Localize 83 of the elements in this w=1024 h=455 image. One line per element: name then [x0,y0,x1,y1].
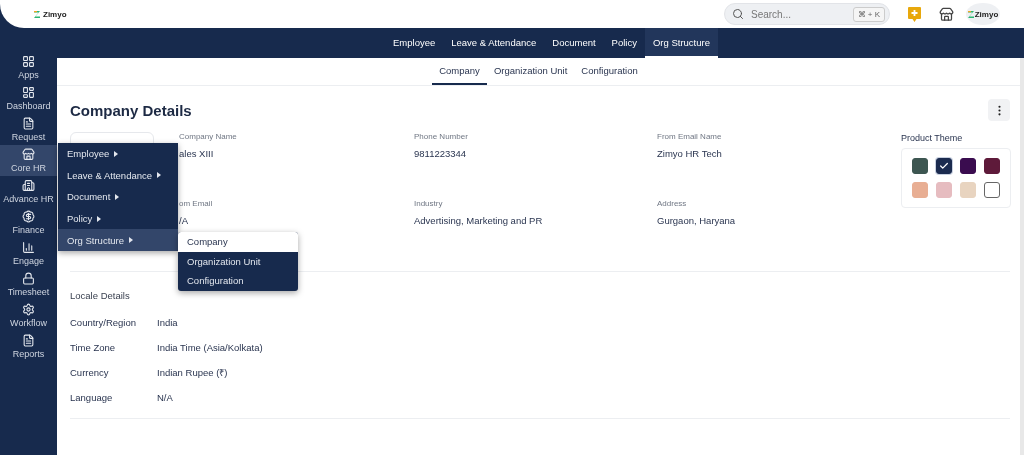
caret-icon [157,172,162,179]
color-swatch[interactable] [984,158,1000,174]
menu-item[interactable]: Document [58,186,178,208]
sub-tab[interactable]: Organization Unit [486,58,575,85]
menu-item[interactable]: Policy [58,207,178,230]
sidebar-item[interactable]: Reports [0,331,57,362]
dollar-badge-icon [22,210,35,223]
sidebar-item[interactable]: Request [0,114,57,145]
field-label: From Email Name [657,132,723,141]
sidebar-item[interactable]: Advance HR [0,176,57,207]
avatar-text: Zimyo [974,9,999,19]
color-swatch[interactable] [912,158,928,174]
menu-item[interactable]: Employee [58,143,178,165]
caret-icon [97,215,102,222]
sidebar-item[interactable]: Timesheet [0,269,57,300]
caret-icon [114,150,119,157]
bookmark-plus-icon[interactable] [908,6,921,22]
locale-value: Indian Rupee (₹) [157,366,229,379]
more-button[interactable] [988,99,1010,121]
submenu-item[interactable]: Configuration [178,271,298,291]
building-icon [22,179,35,192]
search-icon [732,8,744,20]
sidebar-item[interactable]: Workflow [0,300,57,331]
nav-tab[interactable]: Employee [385,28,444,58]
locale-value: India Time (Asia/Kolkata) [157,342,264,353]
page-title: Company Details [70,101,192,119]
nav-tab[interactable]: Policy [603,28,645,58]
dashboard-icon [22,86,35,99]
sidebar-item[interactable]: Engage [0,238,57,269]
grid-icon [22,55,35,68]
submenu-item[interactable]: Company [178,232,298,252]
locale-label: Currency [70,367,110,378]
sidebar-item[interactable]: Apps [0,52,57,83]
sidebar-item[interactable]: Dashboard [0,83,57,114]
store-icon [22,148,35,161]
caret-icon [115,194,120,200]
section-title: Locale Details [70,290,131,301]
field-label: Company Name [179,132,238,141]
nav-tab[interactable]: Leave & Attendance [443,28,545,58]
sub-tab[interactable]: Configuration [574,58,645,85]
field-value: Gurgaon, Haryana [657,215,737,226]
locale-label: Time Zone [70,342,117,353]
field-value: /A [179,215,189,226]
color-swatch[interactable] [936,158,952,174]
store-icon[interactable] [939,6,954,22]
shortcut-key: ⌘ + K [852,6,885,22]
locale-value: India [157,317,179,328]
nav-tab[interactable]: Org Structure [644,28,718,58]
logo-icon [34,10,40,18]
locale-value: N/A [157,392,174,403]
document-icon [22,117,35,130]
field-value: Zimyo HR Tech [657,148,723,159]
sidebar-item[interactable]: Finance [0,207,57,238]
document-icon [22,334,35,347]
caret-icon [129,237,134,244]
field-label: Phone Number [414,132,469,141]
lock-icon [22,272,35,285]
menu-item[interactable]: Leave & Attendance [58,164,178,187]
search-field[interactable]: Search... [749,7,848,21]
locale-label: Language [70,392,114,403]
field-value: ales XIII [179,148,215,159]
sub-tab[interactable]: Company [432,58,487,85]
logo-text: Zimyo [43,9,67,19]
color-swatch[interactable] [984,182,1000,198]
field-value: 9811223344 [414,148,468,159]
color-swatch[interactable] [960,158,976,174]
logo-icon [967,10,974,18]
field-label: Industry [414,199,444,208]
submenu-item[interactable]: Organization Unit [178,251,298,271]
field-value: Advertising, Marketing and PR [414,215,544,226]
avatar[interactable]: Zimyo [966,3,1000,25]
locale-label: Country/Region [70,317,137,328]
settings-icon [22,303,35,316]
field-label: Address [657,199,688,208]
theme-label: Product Theme [901,133,964,143]
nav-tab[interactable]: Document [544,28,604,58]
menu-item[interactable]: Org Structure [58,229,178,251]
bar-chart-icon [22,241,35,254]
check-icon [939,161,949,171]
sidebar-item[interactable]: Core HR [0,145,57,176]
search-box[interactable]: Search... ⌘ + K [724,3,890,25]
color-swatch[interactable] [912,182,928,198]
field-label: om Email [179,199,214,208]
